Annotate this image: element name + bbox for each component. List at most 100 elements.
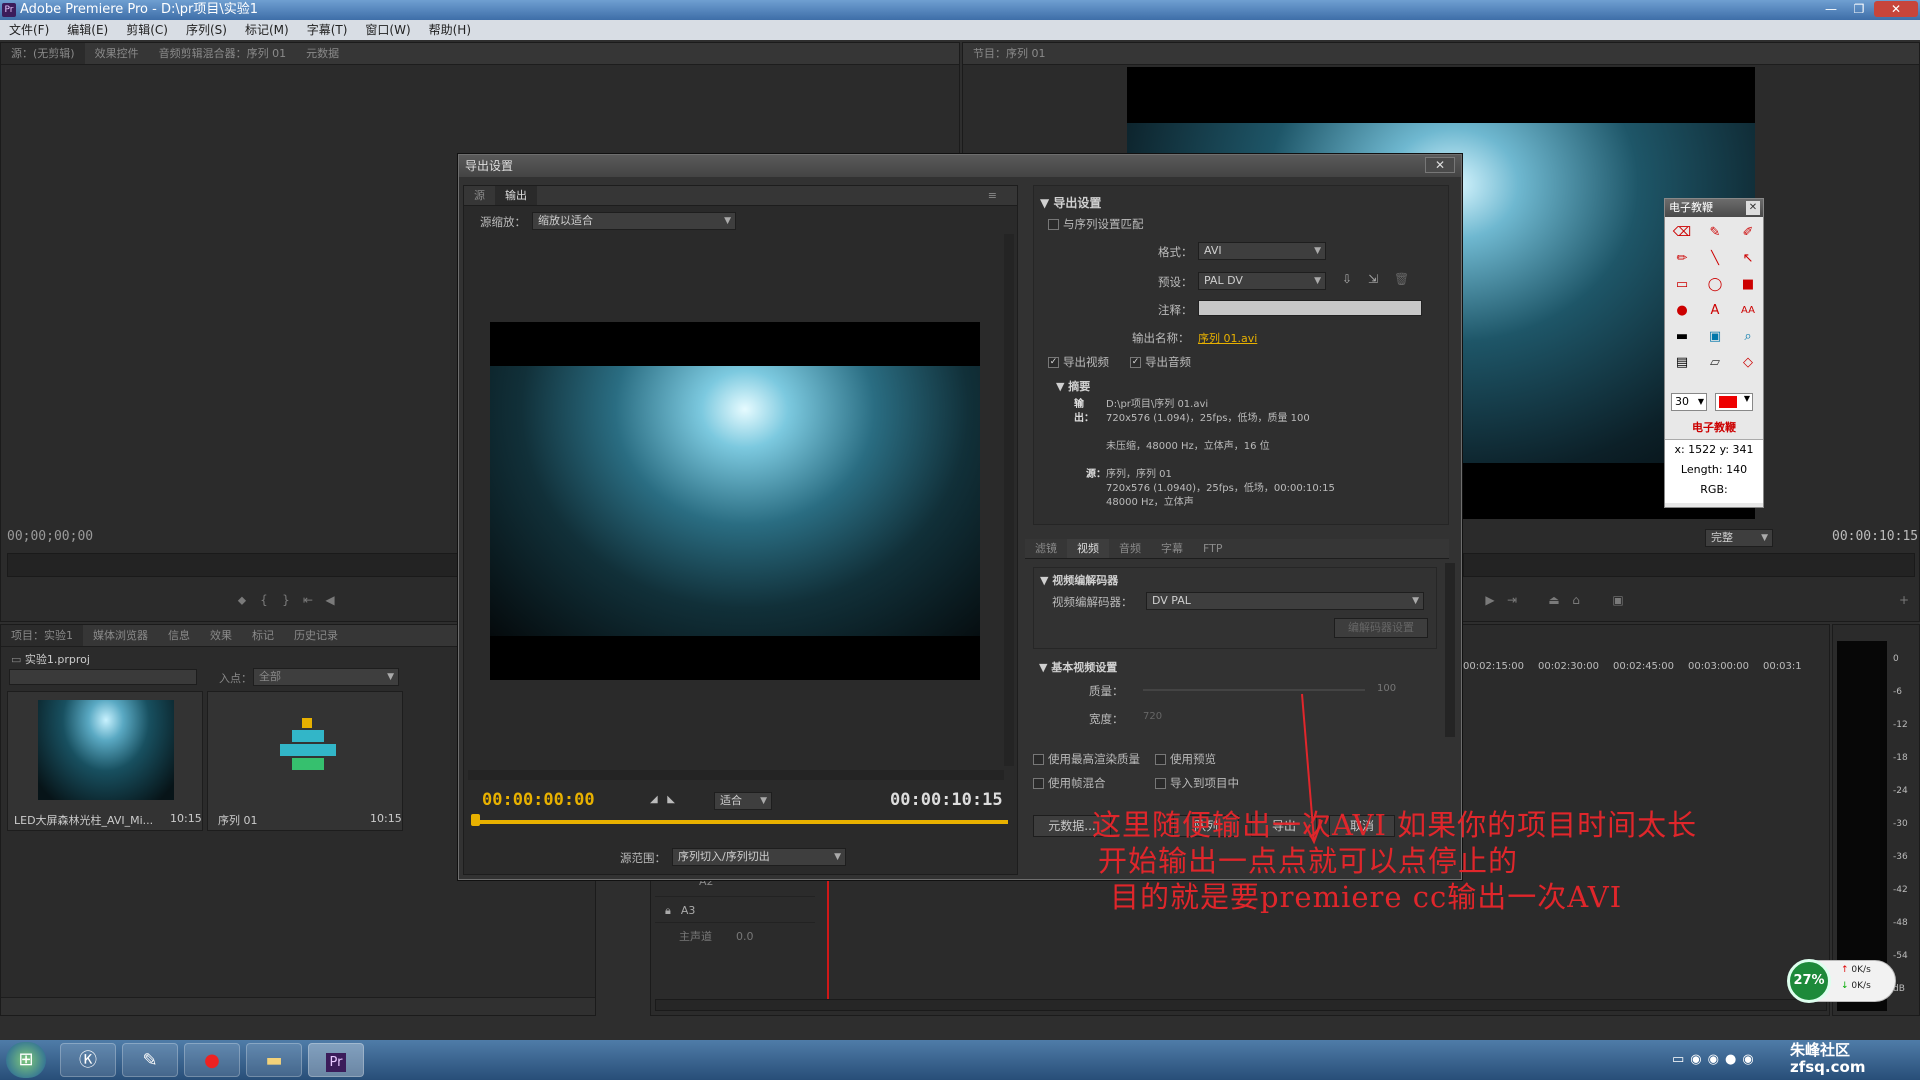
project-item-sequence[interactable]: 序列 01 10:15	[207, 691, 403, 831]
basic-video-header[interactable]: ▼ 基本视频设置	[1039, 659, 1117, 675]
lift-icon[interactable]: ⏏	[1543, 591, 1565, 609]
menu-title[interactable]: 字幕(T)	[298, 20, 357, 40]
step-back-icon[interactable]: ◀	[319, 591, 341, 609]
go-to-in-icon[interactable]: ⇤	[297, 591, 319, 609]
mark-out-icon[interactable]: }	[275, 591, 297, 609]
text-icon[interactable]: A	[1704, 301, 1726, 321]
tab-output[interactable]: 输出	[495, 186, 537, 205]
menu-sequence[interactable]: 序列(S)	[177, 20, 236, 40]
tab-metadata[interactable]: 元数据	[296, 43, 349, 64]
program-zoom-select[interactable]: 完整 ▼	[1705, 529, 1773, 547]
pen-icon[interactable]: ✎	[1704, 223, 1726, 243]
ellipse-icon[interactable]: ◯	[1704, 275, 1726, 295]
preview-scrollbar-v[interactable]	[1004, 234, 1014, 766]
track-a3[interactable]: 🔒︎ A3	[655, 899, 815, 923]
k-app-icon[interactable]: Ⓚ	[60, 1043, 116, 1077]
set-in-out-icons[interactable]: ◢ ◣	[650, 794, 675, 805]
preset-select[interactable]: PAL DV ▼	[1198, 272, 1326, 290]
export-audio-checkbox[interactable]: ✓ 导出音频	[1130, 354, 1191, 370]
panel-menu-icon[interactable]: ≡	[978, 186, 1007, 205]
track-master[interactable]: 主声道 0.0	[655, 925, 815, 949]
menu-edit[interactable]: 编辑(E)	[58, 20, 117, 40]
ejj-color-select[interactable]: ▼	[1715, 393, 1753, 411]
premiere-taskbar-icon[interactable]: Pr	[308, 1043, 364, 1077]
video-codec-header[interactable]: ▼ 视频编解码器	[1040, 572, 1118, 588]
tab-captions[interactable]: 字幕	[1151, 539, 1193, 558]
screen-icon[interactable]: ▣	[1704, 327, 1726, 347]
codec-settings-button[interactable]: 编解码器设置	[1334, 618, 1428, 638]
preview-scrollbar-h[interactable]	[468, 770, 1004, 780]
format-select[interactable]: AVI ▼	[1198, 242, 1326, 260]
settings-scrollbar[interactable]	[1445, 563, 1455, 737]
menu-window[interactable]: 窗口(W)	[356, 20, 419, 40]
marker-icon[interactable]: ⬥	[231, 591, 253, 609]
marker-pen-icon[interactable]: ✐	[1737, 223, 1759, 243]
fit-select[interactable]: 适合 ▼	[714, 792, 772, 810]
menu-clip[interactable]: 剪辑(C)	[117, 20, 177, 40]
menu-marker[interactable]: 标记(M)	[236, 20, 298, 40]
start-button-icon[interactable]: ⊞	[6, 1042, 46, 1078]
tab-video[interactable]: 视频	[1067, 539, 1109, 558]
import-into-project-checkbox[interactable]: 导入到项目中	[1155, 775, 1239, 791]
tab-audio[interactable]: 音频	[1109, 539, 1151, 558]
tab-source[interactable]: 源	[464, 186, 495, 205]
match-sequence-checkbox[interactable]: 与序列设置匹配	[1048, 216, 1144, 232]
pen-tool-app-icon[interactable]: ✎	[122, 1043, 178, 1077]
summary-header[interactable]: ▼ 摘要	[1056, 378, 1090, 394]
rectangle-icon[interactable]: ▭	[1671, 275, 1693, 295]
zoom-icon[interactable]: ⌕	[1737, 327, 1759, 347]
extract-icon[interactable]: ⌂	[1565, 591, 1587, 609]
timeline-ruler[interactable]: 00:02:15:00 00:02:30:00 00:02:45:00 00:0…	[1463, 661, 1823, 681]
add-button-icon[interactable]: +	[1893, 591, 1915, 609]
source-range-select[interactable]: 序列切入/序列切出 ▼	[672, 848, 846, 866]
menu-help[interactable]: 帮助(H)	[420, 20, 480, 40]
export-settings-header[interactable]: ▼ 导出设置	[1040, 194, 1101, 211]
play-icon[interactable]: ▶	[1479, 591, 1501, 609]
playhead-line[interactable]	[827, 875, 829, 1011]
lock-icon[interactable]: 🔒︎	[665, 904, 671, 917]
text-style-icon[interactable]: AA	[1737, 301, 1759, 321]
tab-program[interactable]: 节目：序列 01	[963, 43, 1056, 64]
close-icon[interactable]: ✕	[1874, 1, 1918, 17]
tab-source[interactable]: 源：(无剪辑)	[1, 43, 85, 64]
quality-slider[interactable]	[1143, 689, 1365, 691]
black-board-icon[interactable]: ▬	[1671, 327, 1693, 347]
tray-icons[interactable]: ▭◉◉●◉	[1672, 1052, 1760, 1067]
brush-icon[interactable]: ✏	[1671, 249, 1693, 269]
tab-effect-controls[interactable]: 效果控件	[85, 43, 149, 64]
use-previews-checkbox[interactable]: 使用预览	[1155, 751, 1216, 767]
output-name-link[interactable]: 序列 01.avi	[1198, 330, 1257, 346]
camera-icon[interactable]: ▣	[1607, 591, 1629, 609]
minimize-icon[interactable]: —	[1818, 1, 1844, 17]
video-codec-select[interactable]: DV PAL ▼	[1146, 592, 1424, 610]
save-preset-icon[interactable]: ⇩	[1342, 272, 1352, 286]
project-item-clip[interactable]: LED大屏森林光柱_AVI_Mi... 10:15	[7, 691, 203, 831]
export-video-checkbox[interactable]: ✓ 导出视频	[1048, 354, 1109, 370]
tab-info[interactable]: 信息	[158, 625, 200, 646]
entry-select[interactable]: 全部 ▼	[253, 668, 399, 686]
tab-effects[interactable]: 效果	[200, 625, 242, 646]
timeline-scrollbar[interactable]	[655, 999, 1827, 1011]
open-icon[interactable]: ▱	[1704, 353, 1726, 373]
mark-in-icon[interactable]: {	[253, 591, 275, 609]
width-value[interactable]: 720	[1143, 711, 1162, 722]
go-to-out-icon[interactable]: ⇥	[1501, 591, 1523, 609]
frame-blending-checkbox[interactable]: 使用帧混合	[1033, 775, 1106, 791]
program-time-ruler[interactable]	[1463, 553, 1915, 577]
explorer-icon[interactable]: ▬	[246, 1043, 302, 1077]
tab-markers[interactable]: 标记	[242, 625, 284, 646]
tab-media-browser[interactable]: 媒体浏览器	[83, 625, 158, 646]
line-icon[interactable]: ╲	[1704, 249, 1726, 269]
tab-history[interactable]: 历史记录	[284, 625, 348, 646]
current-timecode[interactable]: 00:00:00:00	[482, 790, 595, 810]
save-icon[interactable]: ▤	[1671, 353, 1693, 373]
project-search-input[interactable]	[9, 669, 197, 685]
time-handle[interactable]	[471, 814, 480, 826]
delete-preset-icon[interactable]: 🗑︎	[1394, 272, 1409, 286]
maximize-icon[interactable]: ❐	[1846, 1, 1872, 17]
arrow-icon[interactable]: ↖	[1737, 249, 1759, 269]
export-time-bar[interactable]	[474, 820, 1008, 824]
tab-project[interactable]: 项目：实验1	[1, 625, 83, 646]
record-app-icon[interactable]: ●	[184, 1043, 240, 1077]
dialog-close-button[interactable]: ✕	[1425, 157, 1455, 173]
